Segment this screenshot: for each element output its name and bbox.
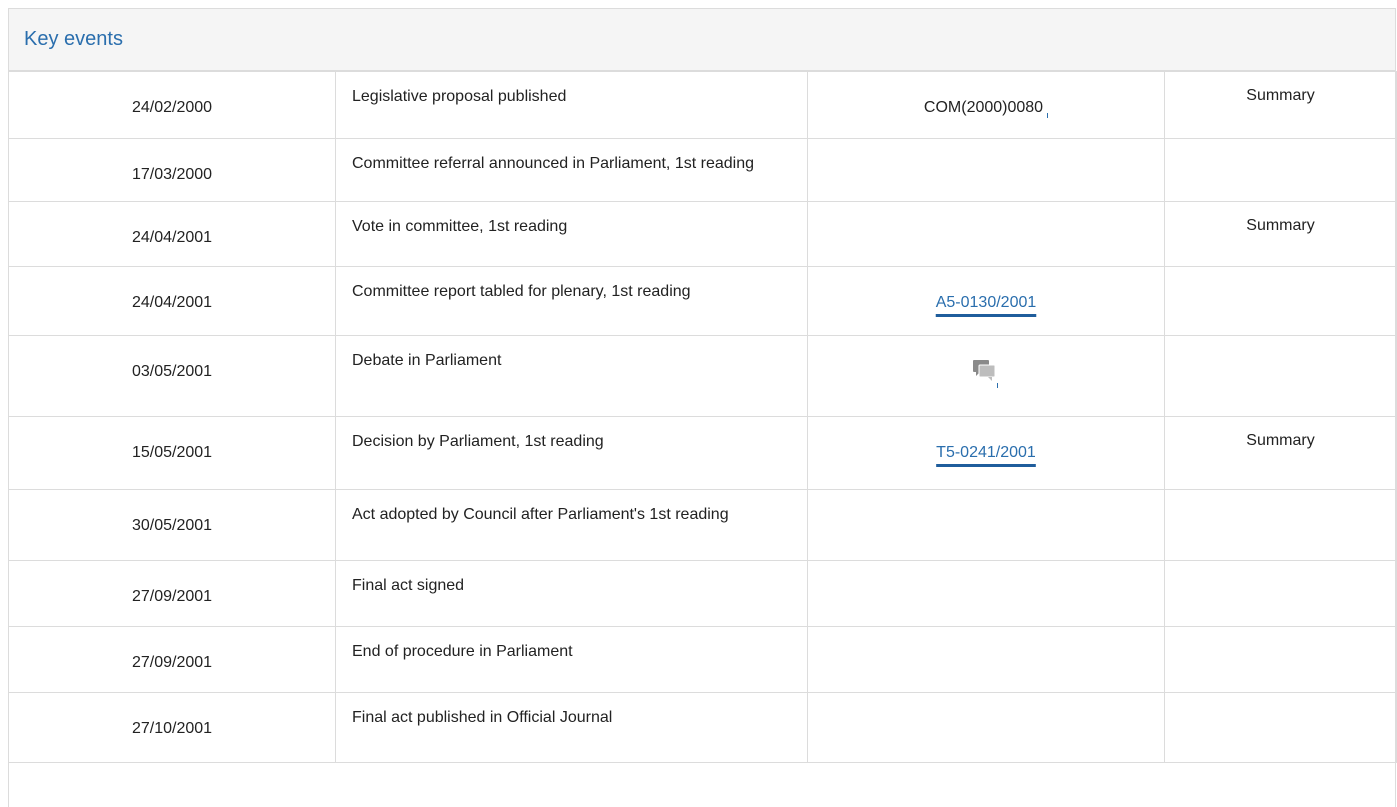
event-description: Legislative proposal published — [335, 71, 808, 139]
event-summary — [1164, 560, 1397, 627]
event-row: 24/04/2001 Committee report tabled for pl… — [8, 266, 1397, 336]
panel-title: Key events — [24, 28, 123, 50]
event-reference-cell — [807, 335, 1165, 417]
event-description: Vote in committee, 1st reading — [335, 201, 808, 267]
event-row: 17/03/2000 Committee referral announced i… — [8, 138, 1397, 202]
event-description: Decision by Parliament, 1st reading — [335, 416, 808, 490]
event-date: 27/10/2001 — [8, 692, 336, 763]
event-summary[interactable]: Summary — [1164, 201, 1397, 267]
event-description: Committee report tabled for plenary, 1st… — [335, 266, 808, 336]
event-date: 24/04/2001 — [8, 201, 336, 267]
event-reference-cell: COM(2000)0080 — [807, 71, 1165, 139]
event-row: 03/05/2001 Debate in Parliament — [8, 335, 1397, 417]
event-summary — [1164, 335, 1397, 417]
event-description: End of procedure in Parliament — [335, 626, 808, 693]
event-summary[interactable]: Summary — [1164, 416, 1397, 490]
event-description: Act adopted by Council after Parliament'… — [335, 489, 808, 561]
event-summary — [1164, 692, 1397, 763]
event-reference-cell — [807, 560, 1165, 627]
event-date: 24/02/2000 — [8, 71, 336, 139]
event-description: Final act signed — [335, 560, 808, 627]
key-events-panel: Key events 24/02/2000 Legislative proposa… — [8, 8, 1397, 807]
document-reference[interactable]: COM(2000)0080 — [924, 96, 1043, 120]
event-date: 24/04/2001 — [8, 266, 336, 336]
event-description: Final act published in Official Journal — [335, 692, 808, 763]
event-date: 27/09/2001 — [8, 560, 336, 627]
panel-header: Key events — [9, 9, 1395, 71]
event-row: 27/10/2001 Final act published in Officia… — [8, 692, 1397, 763]
event-reference-cell: T5-0241/2001 — [807, 416, 1165, 490]
document-reference-link[interactable]: T5-0241/2001 — [936, 444, 1036, 461]
event-row: 15/05/2001 Decision by Parliament, 1st re… — [8, 416, 1397, 490]
event-reference-cell: A5-0130/2001 — [807, 266, 1165, 336]
event-row: 27/09/2001 Final act signed — [8, 560, 1397, 627]
document-reference-link[interactable]: A5-0130/2001 — [936, 294, 1037, 311]
event-date: 17/03/2000 — [8, 138, 336, 202]
event-reference-cell — [807, 626, 1165, 693]
event-row: 24/02/2000 Legislative proposal published… — [8, 71, 1397, 139]
event-reference-cell — [807, 201, 1165, 267]
event-summary — [1164, 489, 1397, 561]
event-date: 03/05/2001 — [8, 335, 336, 417]
event-date: 15/05/2001 — [8, 416, 336, 490]
key-events-table-body: 24/02/2000 Legislative proposal published… — [8, 71, 1397, 763]
key-events-table: 24/02/2000 Legislative proposal published… — [8, 71, 1397, 763]
event-date: 30/05/2001 — [8, 489, 336, 561]
event-row: 30/05/2001 Act adopted by Council after P… — [8, 489, 1397, 561]
event-row: 27/09/2001 End of procedure in Parliament — [8, 626, 1397, 693]
event-reference-cell — [807, 692, 1165, 763]
event-row: 24/04/2001 Vote in committee, 1st reading… — [8, 201, 1397, 267]
event-summary — [1164, 266, 1397, 336]
event-date: 27/09/2001 — [8, 626, 336, 693]
debate-speech-bubbles-icon[interactable] — [973, 360, 999, 390]
event-description: Debate in Parliament — [335, 335, 808, 417]
link-marker-icon — [1047, 113, 1049, 118]
event-summary[interactable]: Summary — [1164, 71, 1397, 139]
event-reference-cell — [807, 138, 1165, 202]
event-summary — [1164, 626, 1397, 693]
event-summary — [1164, 138, 1397, 202]
event-reference-cell — [807, 489, 1165, 561]
event-description: Committee referral announced in Parliame… — [335, 138, 808, 202]
